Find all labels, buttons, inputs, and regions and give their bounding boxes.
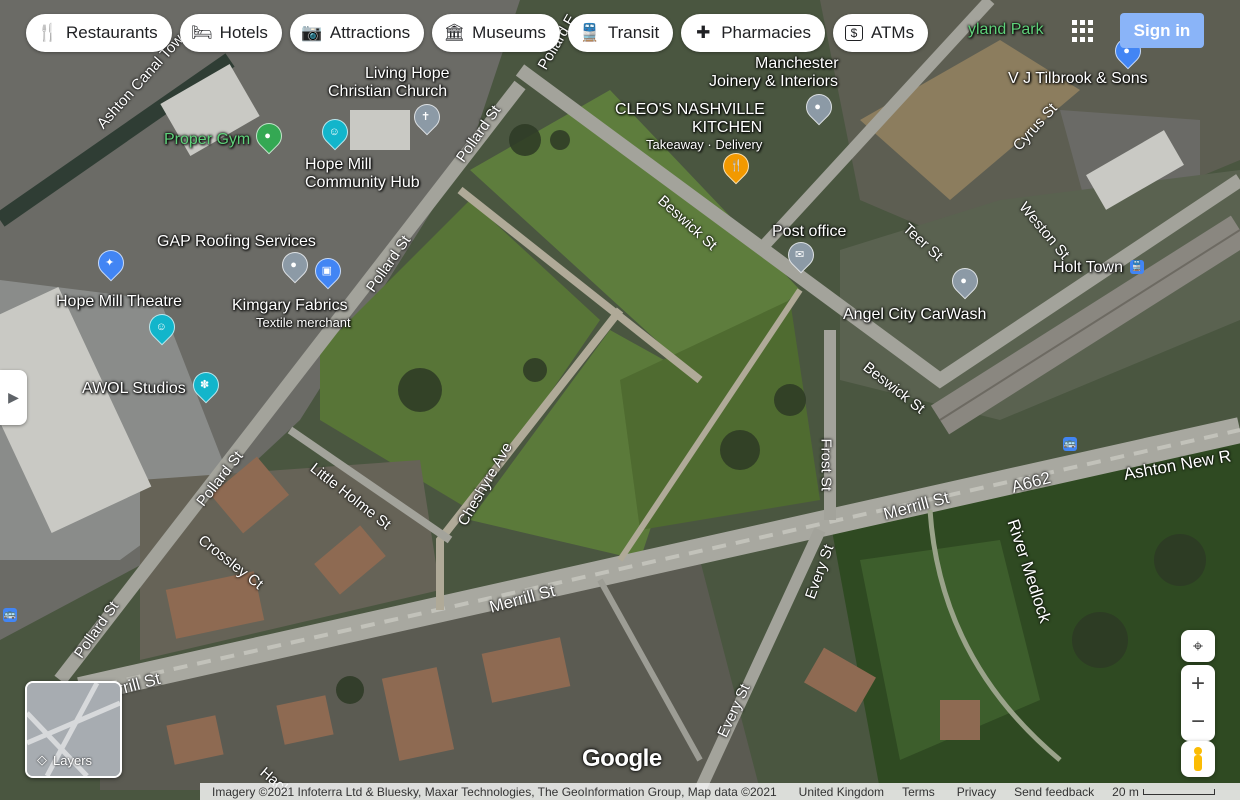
chip-hotels[interactable]: 🛏 Hotels <box>179 14 282 52</box>
expand-panel-button[interactable]: ▶ <box>0 370 27 425</box>
place-label-cleos[interactable]: CLEO'S NASHVILLE <box>615 101 765 119</box>
imagery-attribution: Imagery ©2021 Infoterra Ltd & Bluesky, M… <box>212 784 777 799</box>
zoom-in-button[interactable]: + <box>1181 665 1215 703</box>
train-station-icon[interactable]: 🚆 <box>1130 260 1144 274</box>
layers-icon: ◇ <box>37 752 47 767</box>
place-label-kimgary[interactable]: Kimgary Fabrics <box>232 297 348 315</box>
camera-icon: 📷 <box>301 23 323 42</box>
chip-label: Museums <box>472 23 546 42</box>
chip-label: Transit <box>607 23 660 42</box>
place-label-hope-mill-hub-2[interactable]: Community Hub <box>305 174 420 192</box>
chip-label: ATMs <box>870 23 915 42</box>
zoom-out-button[interactable]: − <box>1181 703 1215 741</box>
chip-attractions[interactable]: 📷 Attractions <box>289 14 425 52</box>
chip-restaurants[interactable]: 🍴 Restaurants <box>26 14 172 52</box>
bus-stop-icon[interactable]: 🚌 <box>3 608 17 622</box>
museum-icon: 🏛 <box>443 23 465 42</box>
place-label-line: Joinery & Interiors <box>709 73 838 90</box>
street-view-pegman-icon[interactable] <box>1181 741 1215 777</box>
chip-museums[interactable]: 🏛 Museums <box>432 14 560 52</box>
crosshair-icon: ⌖ <box>1192 635 1204 656</box>
place-label-line: CLEO'S NASHVILLE <box>615 101 765 118</box>
place-label-cleos-2[interactable]: KITCHEN <box>692 119 762 137</box>
place-label-proper-gym[interactable]: Proper Gym <box>164 131 250 149</box>
satellite-map[interactable] <box>0 0 1240 800</box>
bus-icon: 🚆 <box>579 23 601 42</box>
chevron-right-icon: ▶ <box>8 389 19 405</box>
scale-bar <box>1142 788 1215 795</box>
place-label-angel-city[interactable]: Angel City CarWash <box>843 306 986 324</box>
send-feedback-link[interactable]: Send feedback <box>1014 785 1094 799</box>
chip-atms[interactable]: $ ATMs <box>832 14 929 52</box>
chip-transit[interactable]: 🚆 Transit <box>567 14 674 52</box>
fork-knife-icon: 🍴 <box>37 23 59 42</box>
atm-icon: $ <box>844 25 863 41</box>
category-chips: 🍴 Restaurants 🛏 Hotels 📷 Attractions 🏛 Museu… <box>26 14 929 52</box>
privacy-link[interactable]: Privacy <box>957 785 996 799</box>
google-logo: Google <box>582 745 662 772</box>
chip-label: Restaurants <box>66 23 158 42</box>
place-label-manchester-joinery-2[interactable]: Joinery & Interiors <box>709 73 838 91</box>
zoom-controls: + − <box>1181 665 1215 741</box>
layers-label: Layers <box>53 752 93 768</box>
place-label-hope-mill-theatre[interactable]: Hope Mill Theatre <box>56 293 182 311</box>
chip-label: Hotels <box>219 23 268 42</box>
chip-label: Attractions <box>329 23 411 42</box>
place-label-living-hope[interactable]: Living Hope <box>365 65 450 83</box>
place-sublabel-kimgary: Textile merchant <box>256 315 351 330</box>
place-label-manchester-joinery[interactable]: Manchester <box>755 55 839 73</box>
bed-icon: 🛏 <box>190 23 213 42</box>
region-link[interactable]: United Kingdom <box>799 785 884 799</box>
terms-link[interactable]: Terms <box>902 785 935 799</box>
place-sublabel-cleos: Takeaway · Delivery <box>646 137 763 152</box>
chip-label: Pharmacies <box>721 23 811 42</box>
street-label-frost: Frost St <box>817 438 835 492</box>
place-label-line: Manchester <box>755 55 839 72</box>
apps-grid-icon[interactable] <box>1072 20 1094 42</box>
place-label-park[interactable]: yland Park <box>968 21 1044 39</box>
place-label-holt-town[interactable]: Holt Town <box>1053 259 1123 277</box>
scale-label[interactable]: 20 m <box>1112 785 1139 799</box>
map-footer: Imagery ©2021 Infoterra Ltd & Bluesky, M… <box>200 783 1240 800</box>
place-label-awol[interactable]: AWOL Studios <box>82 380 186 398</box>
sign-in-button[interactable]: Sign in <box>1120 13 1204 48</box>
pharmacy-icon: ✚ <box>696 23 711 42</box>
place-label-living-hope-2[interactable]: Christian Church <box>328 83 447 101</box>
my-location-button[interactable]: ⌖ <box>1181 630 1215 662</box>
place-label-gap-roofing[interactable]: GAP Roofing Services <box>157 233 316 251</box>
place-label-vj-tilbrook[interactable]: V J Tilbrook & Sons <box>1008 70 1148 88</box>
place-label-line: KITCHEN <box>692 119 763 136</box>
place-label-line: Living Hope <box>365 65 450 82</box>
place-label-hope-mill-hub[interactable]: Hope Mill <box>305 156 372 174</box>
place-label-post-office[interactable]: Post office <box>772 223 846 241</box>
layers-button[interactable]: ◇ Layers <box>25 681 122 778</box>
place-label-line: Christian Church <box>328 83 448 100</box>
bus-stop-icon[interactable]: 🚌 <box>1063 437 1077 451</box>
layers-label-wrap: ◇ Layers <box>37 752 92 768</box>
chip-pharmacies[interactable]: ✚ Pharmacies <box>681 14 825 52</box>
